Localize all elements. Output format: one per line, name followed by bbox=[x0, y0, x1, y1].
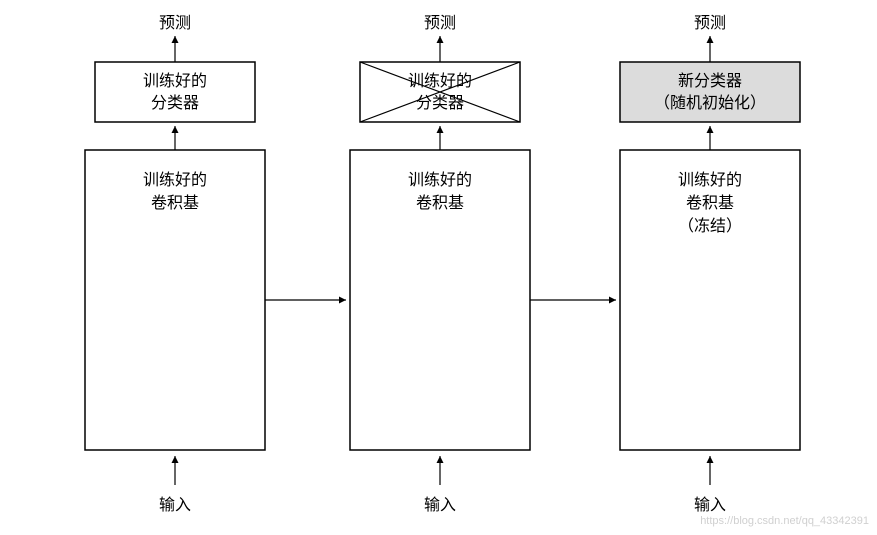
base-text-1a: 训练好的 bbox=[143, 171, 207, 189]
classifier-text-2a: 训练好的 bbox=[408, 72, 472, 90]
column-2: 预测 训练好的 分类器 训练好的 卷积基 输入 bbox=[350, 14, 530, 514]
base-text-2a: 训练好的 bbox=[408, 171, 472, 189]
prediction-label-2: 预测 bbox=[424, 14, 456, 32]
base-text-3c: （冻结） bbox=[678, 217, 742, 235]
classifier-box-1 bbox=[95, 62, 255, 122]
classifier-text-2b: 分类器 bbox=[416, 94, 464, 112]
input-label-1: 输入 bbox=[159, 496, 191, 514]
base-text-3a: 训练好的 bbox=[678, 171, 742, 189]
base-text-3b: 卷积基 bbox=[686, 194, 734, 212]
classifier-text-3a: 新分类器 bbox=[678, 72, 742, 90]
classifier-text-1a: 训练好的 bbox=[143, 72, 207, 90]
column-1: 预测 训练好的 分类器 训练好的 卷积基 输入 bbox=[85, 14, 265, 514]
prediction-label-1: 预测 bbox=[159, 14, 191, 32]
classifier-text-3b: （随机初始化） bbox=[654, 94, 766, 112]
prediction-label-3: 预测 bbox=[694, 14, 726, 32]
column-3: 预测 新分类器 （随机初始化） 训练好的 卷积基 （冻结） 输入 bbox=[620, 14, 800, 514]
base-text-2b: 卷积基 bbox=[416, 194, 464, 212]
classifier-text-1b: 分类器 bbox=[151, 94, 199, 112]
diagram-svg: 预测 训练好的 分类器 训练好的 卷积基 输入 预测 训练好的 分类器 训练好的… bbox=[0, 0, 877, 535]
base-text-1b: 卷积基 bbox=[151, 194, 199, 212]
input-label-2: 输入 bbox=[424, 496, 456, 514]
input-label-3: 输入 bbox=[694, 496, 726, 514]
watermark-text: https://blog.csdn.net/qq_43342391 bbox=[700, 515, 869, 527]
classifier-box-3 bbox=[620, 62, 800, 122]
